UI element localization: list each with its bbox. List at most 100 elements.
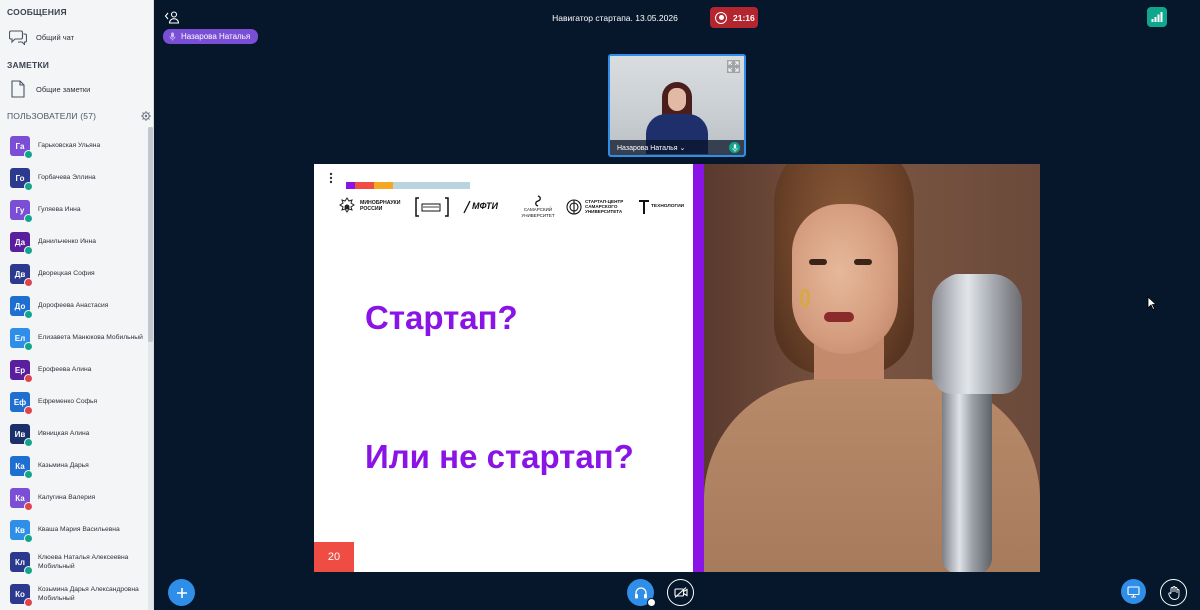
sidebar: СООБЩЕНИЯ Общий чат ЗАМЕТКИ Общие заметк… [0,0,154,610]
user-status-badge [24,438,33,447]
presentation-slide[interactable]: МИНОБРНАУКИ РОССИИ МФТИ САМАРСКИЙ УНИВЕР… [314,164,1040,572]
user-list-item[interactable]: Да Данильченко Инна [0,226,150,258]
user-list-item[interactable]: Ер Ерофеева Алина [0,354,150,386]
presenter-icon[interactable] [164,10,180,24]
user-list-item[interactable]: Кл Клюева Наталья Алексеевна Мобильный [0,546,150,578]
chat-icon [8,27,28,47]
record-icon [715,11,727,24]
slide-photo [704,164,1040,572]
user-list-item[interactable]: До Дорофеева Анастасия [0,290,150,322]
user-avatar[interactable]: Го [10,168,33,191]
video-button[interactable] [667,579,694,606]
public-chat-label: Общий чат [36,32,75,42]
user-list-item[interactable]: Еф Ефременко Софья [0,386,150,418]
scrollbar-thumb[interactable] [148,127,153,342]
user-name: Козьмина Дарья Александровна Мобильный [38,585,139,602]
mfti-logo-text: МФТИ [472,201,498,212]
user-name: Ивницкая Алина [38,430,90,438]
connection-status-button[interactable] [1147,7,1167,27]
user-status-badge [24,342,33,351]
user-avatar[interactable]: Еф [10,392,33,415]
camera-off-icon [673,587,688,598]
shared-notes-item[interactable]: Общие заметки [8,76,148,102]
user-name: Казьмина Дарья [38,462,89,470]
mfti-logo: МФТИ [463,194,498,219]
slide-question-2: Или не стартап? [365,438,634,475]
user-list-item[interactable]: Ко Козьмина Дарья Александровна Мобильный [0,578,150,610]
mic-icon [729,142,740,153]
user-name: Данильченко Инна [38,238,97,246]
user-status-badge [24,182,33,191]
notes-section-title: ЗАМЕТКИ [7,60,50,70]
user-list-item[interactable]: Ка Калугина Валерия [0,482,150,514]
slide-question-1: Стартап? [365,299,518,336]
webcam-user-name: Назарова Наталья ⌄ [617,144,686,152]
color-segment [346,182,355,189]
photo-lips [824,312,854,322]
signal-icon [1151,12,1163,22]
user-avatar[interactable]: Ив [10,424,33,447]
bracket-logo [415,194,449,219]
startup-center-logo-text: СТАРТАП-ЦЕНТР САМАРСКОГО УНИВЕРСИТЕТА [585,198,624,215]
user-avatar[interactable]: Ер [10,360,33,383]
user-avatar[interactable]: Гу [10,200,33,223]
webcam-tile[interactable]: Назарова Наталья ⌄ [608,54,746,157]
public-chat-item[interactable]: Общий чат [8,24,148,50]
photo-face [792,204,898,354]
gear-icon[interactable] [141,111,151,121]
user-list-item[interactable]: Го Горбачева Эллина [0,162,150,194]
color-segment [393,182,470,189]
user-name: Ефременко Софья [38,398,98,406]
user-avatar[interactable]: Га [10,136,33,159]
notes-icon [8,79,28,99]
user-list-item[interactable]: Кв Кваша Мария Васильевна [0,514,150,546]
user-status-badge [24,246,33,255]
user-list-item[interactable]: Га Гарьковская Ульяна [0,130,150,162]
more-options-icon[interactable] [329,172,333,184]
raise-hand-icon [1167,585,1179,600]
audio-button[interactable] [627,579,656,607]
webcam-namebar[interactable]: Назарова Наталья ⌄ [610,140,744,155]
user-avatar[interactable]: Ка [10,488,33,511]
expand-icon[interactable] [727,60,740,73]
user-name: Гуляева Инна [38,206,81,214]
webcam-person-face [668,88,686,111]
user-avatar[interactable]: Ка [10,456,33,479]
user-list-scrollbar[interactable] [148,127,153,610]
user-name: Ерофеева Алина [38,366,92,374]
actions-button[interactable] [168,579,195,606]
user-name: Гарьковская Ульяна [38,142,101,150]
user-avatar[interactable]: До [10,296,33,319]
photo-eye [854,259,872,265]
user-avatar[interactable]: Ел [10,328,33,351]
user-avatar[interactable]: Кв [10,520,33,543]
user-list-item[interactable]: Ка Казьмина Дарья [0,450,150,482]
user-avatar[interactable]: Да [10,232,33,255]
user-avatar[interactable]: Дв [10,264,33,287]
user-name: Дорофеева Анастасия [38,302,109,310]
photo-robotic-hand [932,274,1022,394]
shared-notes-label: Общие заметки [36,84,91,94]
raise-hand-button[interactable] [1160,579,1187,606]
color-segment [374,182,393,189]
user-list-item[interactable]: Гу Гуляева Инна [0,194,150,226]
slide-page-number: 20 [314,542,354,572]
headphones-icon [634,587,647,599]
presenter-pill[interactable]: Назарова Наталья [163,29,259,44]
user-list-item[interactable]: Ел Елизавета Манюкова Мобильный [0,322,150,354]
user-name: Елизавета Манюкова Мобильный [38,334,143,342]
user-status-badge [24,214,33,223]
user-list-item[interactable]: Ив Ивницкая Алина [0,418,150,450]
mouse-cursor-icon [1147,296,1157,310]
tech-logo: ТЕХНОЛОГИИ [638,194,684,219]
screen-share-button[interactable] [1121,579,1146,604]
recording-indicator[interactable]: 21:16 [710,7,758,28]
mic-icon [169,32,176,41]
user-avatar[interactable]: Кл [10,552,33,575]
user-status-badge [24,374,33,383]
user-name: Клюева Наталья Алексеевна Мобильный [38,553,129,570]
user-avatar[interactable]: Ко [10,584,33,607]
slide-divider-strip [693,164,704,572]
user-status-badge [24,470,33,479]
user-list-item[interactable]: Дв Дворецкая София [0,258,150,290]
